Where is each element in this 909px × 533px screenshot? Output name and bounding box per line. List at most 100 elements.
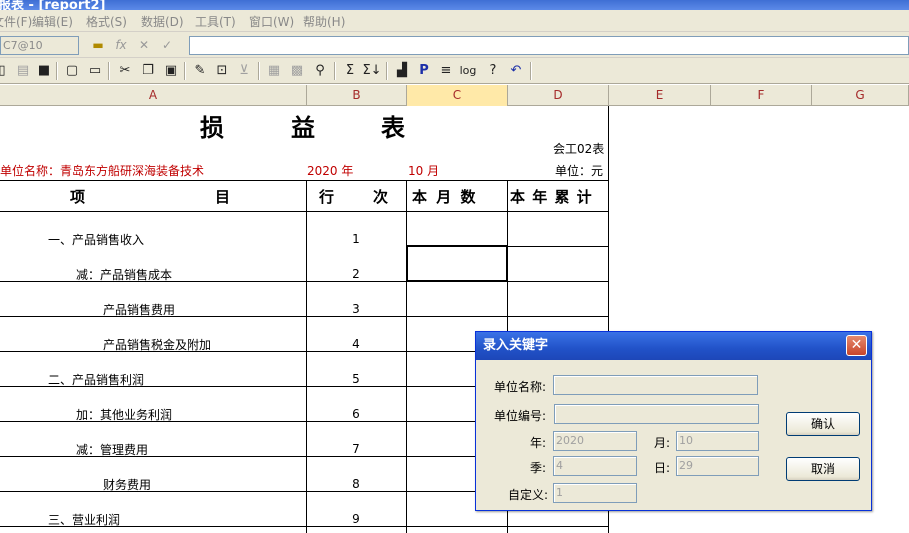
confirm-edit-icon[interactable]: ✓ (158, 37, 176, 53)
cancel-edit-icon[interactable]: ✕ (135, 37, 153, 53)
menu-bar: 文件(F) 编辑(E) 格式(S) 数据(D) 工具(T) 窗口(W) 帮助(H… (0, 10, 909, 32)
header-line-right: 次 (373, 188, 389, 206)
column-header-f[interactable]: F (711, 85, 812, 106)
new-icon[interactable]: ▤ (13, 61, 33, 81)
unit-name-label: 单位名称: (494, 380, 547, 394)
report-title-char-3: 表 (381, 113, 405, 142)
row-line-3: 3 (352, 302, 360, 316)
report-title-char-1: 损 (200, 113, 224, 142)
column-header-e[interactable]: E (609, 85, 711, 106)
function-wizard-icon[interactable]: ▬ (89, 37, 107, 53)
menu-edit[interactable]: 编辑(E) (32, 13, 73, 30)
formula-input[interactable] (189, 36, 909, 55)
context-help-icon[interactable]: ? (483, 61, 503, 81)
menu-format[interactable]: 格式(S) (86, 13, 127, 30)
undo-icon[interactable]: ↶ (506, 61, 526, 81)
month-label: 月: (654, 436, 671, 450)
currency-unit: 单位：元 (555, 164, 604, 178)
menu-tools[interactable]: 工具(T) (195, 13, 236, 30)
print-icon[interactable]: ▭ (85, 61, 105, 81)
sum-select-icon[interactable]: Σ↓ (362, 61, 382, 81)
quarter-field[interactable]: 4 (553, 456, 637, 476)
print-preview-icon[interactable]: ▢ (62, 61, 82, 81)
quarter-label: 季: (530, 461, 547, 475)
row-label-5: 二、产品销售利润 (48, 373, 145, 387)
cut-icon[interactable]: ✂ (115, 61, 135, 81)
report-year: 2020 年 (307, 164, 354, 178)
header-ytd: 本 年 累 计 (510, 188, 593, 206)
year-field[interactable]: 2020 (553, 431, 637, 451)
row-line-9: 9 (352, 512, 360, 526)
column-header-c[interactable]: C (407, 85, 508, 106)
sum-icon[interactable]: Σ (340, 61, 360, 81)
delete-icon[interactable]: ⊻ (234, 61, 254, 81)
cell-reference-box[interactable]: C7@10 (0, 36, 79, 55)
window-title: 报表 - [report2] (0, 0, 106, 10)
formula-bar: C7@10 ▬ fx ✕ ✓ (0, 32, 909, 58)
menu-help[interactable]: 帮助(H) (303, 13, 345, 30)
row-line-7: 7 (352, 442, 360, 456)
unit-name-text: 单位名称：青岛东方船研深海装备技术 (0, 164, 205, 178)
window-title-bar: 报表 - [report2] (0, 0, 909, 10)
custom-field[interactable]: 1 (553, 483, 637, 503)
menu-file[interactable]: 文件(F) (0, 13, 32, 30)
paste-icon[interactable]: ▣ (161, 61, 181, 81)
header-item-right: 目 (215, 188, 231, 206)
row-line-4: 4 (352, 337, 360, 351)
menu-window[interactable]: 窗口(W) (249, 13, 294, 30)
row-label-1: 一、产品销售收入 (48, 233, 145, 247)
report-title-char-2: 益 (291, 113, 315, 142)
chart-icon[interactable]: ▟ (392, 61, 412, 81)
ok-button[interactable]: 确认 (786, 412, 860, 436)
form-code: 会工02表 (553, 142, 605, 156)
open-icon[interactable]: ▯ (0, 61, 12, 81)
unit-name-field[interactable] (553, 375, 758, 395)
day-field[interactable]: 29 (676, 456, 759, 476)
unit-code-label: 单位编号: (494, 409, 547, 423)
dialog-title: 录入关键字 (476, 332, 871, 360)
row-line-6: 6 (352, 407, 360, 421)
header-this-month: 本 月 数 (412, 188, 478, 206)
header-item-left: 项 (70, 188, 86, 206)
insert-icon[interactable]: ⊡ (212, 61, 232, 81)
column-header: A B C D E F G (0, 85, 909, 106)
selected-cell[interactable] (406, 245, 508, 282)
fx-icon[interactable]: fx (112, 37, 130, 53)
column-header-g[interactable]: G (812, 85, 909, 106)
formula-icon[interactable]: ≡ (436, 61, 456, 81)
row-line-1: 1 (352, 232, 360, 246)
find-icon[interactable]: ⚲ (310, 61, 330, 81)
row-line-8: 8 (352, 477, 360, 491)
menu-data[interactable]: 数据(D) (141, 13, 184, 30)
p-icon[interactable]: P (414, 61, 434, 81)
column-header-b[interactable]: B (307, 85, 407, 106)
header-line-left: 行 (319, 188, 335, 206)
report-month: 10 月 (408, 164, 440, 178)
custom-label: 自定义: (508, 488, 549, 502)
day-label: 日: (654, 461, 671, 475)
copy-icon[interactable]: ❐ (138, 61, 158, 81)
row-line-5: 5 (352, 372, 360, 386)
unit-code-field[interactable] (554, 404, 759, 424)
row-label-4: 产品销售税金及附加 (103, 338, 212, 352)
row-label-2: 减：产品销售成本 (76, 268, 173, 282)
keyword-dialog: 录入关键字 ✕ 单位名称: 单位编号: 年: 2020 月: 10 季: 4 日… (475, 331, 872, 511)
row-label-7: 减：管理费用 (76, 443, 149, 457)
format-painter-icon[interactable]: ✎ (190, 61, 210, 81)
toolbar: ▯ ▤ ■ ▢ ▭ ✂ ❐ ▣ ✎ ⊡ ⊻ ▦ ▩ ⚲ Σ Σ↓ ▟ P ≡ l… (0, 58, 909, 84)
cancel-button[interactable]: 取消 (786, 457, 860, 481)
month-field[interactable]: 10 (676, 431, 759, 451)
merge-icon[interactable]: ▦ (264, 61, 284, 81)
row-line-2: 2 (352, 267, 360, 281)
row-label-9: 三、营业利润 (48, 513, 121, 527)
close-icon[interactable]: ✕ (846, 335, 867, 356)
column-header-a[interactable]: A (0, 85, 307, 106)
log-icon[interactable]: log (458, 61, 478, 81)
column-header-d[interactable]: D (508, 85, 609, 106)
row-label-8: 财务费用 (103, 478, 152, 492)
group-icon[interactable]: ▩ (287, 61, 307, 81)
row-label-6: 加：其他业务利润 (76, 408, 173, 422)
save-icon[interactable]: ■ (34, 61, 54, 81)
year-label: 年: (530, 436, 547, 450)
row-label-3: 产品销售费用 (103, 303, 176, 317)
